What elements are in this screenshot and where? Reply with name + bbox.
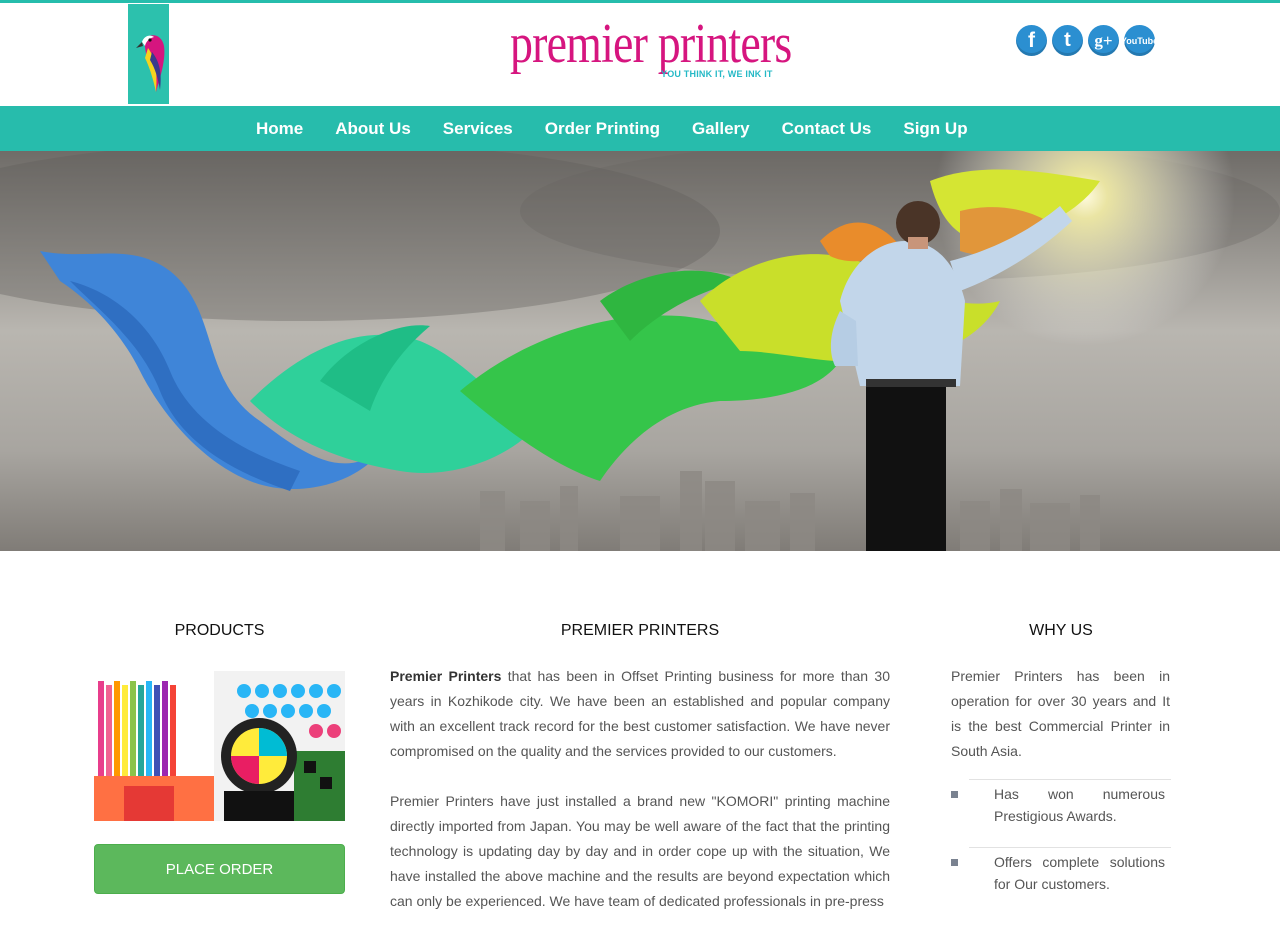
products-title: PRODUCTS (174, 622, 265, 639)
main-nav: Home About Us Services Order Printing Ga… (0, 106, 1280, 151)
nav-about-us[interactable]: About Us (319, 106, 427, 151)
why-us-list: Has won numerous Prestigious Awards. Off… (951, 779, 1171, 895)
why-us-item-text: Offers complete solutions for Our custom… (994, 854, 1165, 892)
about-company-name: Premier Printers (390, 668, 502, 684)
about-title: PREMIER PRINTERS (560, 622, 720, 639)
google-plus-icon[interactable]: g+ (1088, 25, 1119, 56)
about-paragraph-2: Premier Printers have just installed a b… (390, 793, 890, 909)
square-bullet-icon (951, 859, 958, 866)
site-header: premier printers YOU THINK IT, WE INK IT… (0, 3, 1280, 106)
nav-order-printing[interactable]: Order Printing (529, 106, 676, 151)
brand[interactable]: premier printers YOU THINK IT, WE INK IT (510, 13, 792, 79)
why-us-title: WHY US (1029, 622, 1093, 639)
about-text: Premier Printers that has been in Offset… (390, 664, 890, 939)
social-links: f t g+ YouTube (1016, 25, 1160, 56)
place-order-button[interactable]: PLACE ORDER (94, 844, 345, 894)
hero-banner (0, 151, 1280, 551)
why-us-item-text: Has won numerous Prestigious Awards. (994, 786, 1165, 824)
products-image[interactable] (94, 671, 345, 821)
nav-services[interactable]: Services (427, 106, 529, 151)
list-item: Has won numerous Prestigious Awards. (951, 779, 1171, 827)
nav-contact-us[interactable]: Contact Us (766, 106, 888, 151)
about-paragraph-1: Premier Printers that has been in Offset… (390, 664, 890, 764)
youtube-icon[interactable]: YouTube (1121, 25, 1158, 56)
why-us-intro: Premier Printers has been in operation f… (951, 668, 1170, 759)
nav-sign-up[interactable]: Sign Up (887, 106, 983, 151)
nav-gallery[interactable]: Gallery (676, 106, 766, 151)
twitter-icon[interactable]: t (1052, 25, 1083, 56)
nav-home[interactable]: Home (240, 106, 319, 151)
hero-image (0, 151, 1280, 551)
square-bullet-icon (951, 791, 958, 798)
brand-tagline: YOU THINK IT, WE INK IT (661, 69, 773, 79)
brand-name: premier printers (510, 13, 792, 75)
list-item: Offers complete solutions for Our custom… (951, 847, 1171, 895)
logo-bird-icon[interactable] (128, 4, 169, 104)
facebook-icon[interactable]: f (1016, 25, 1047, 56)
